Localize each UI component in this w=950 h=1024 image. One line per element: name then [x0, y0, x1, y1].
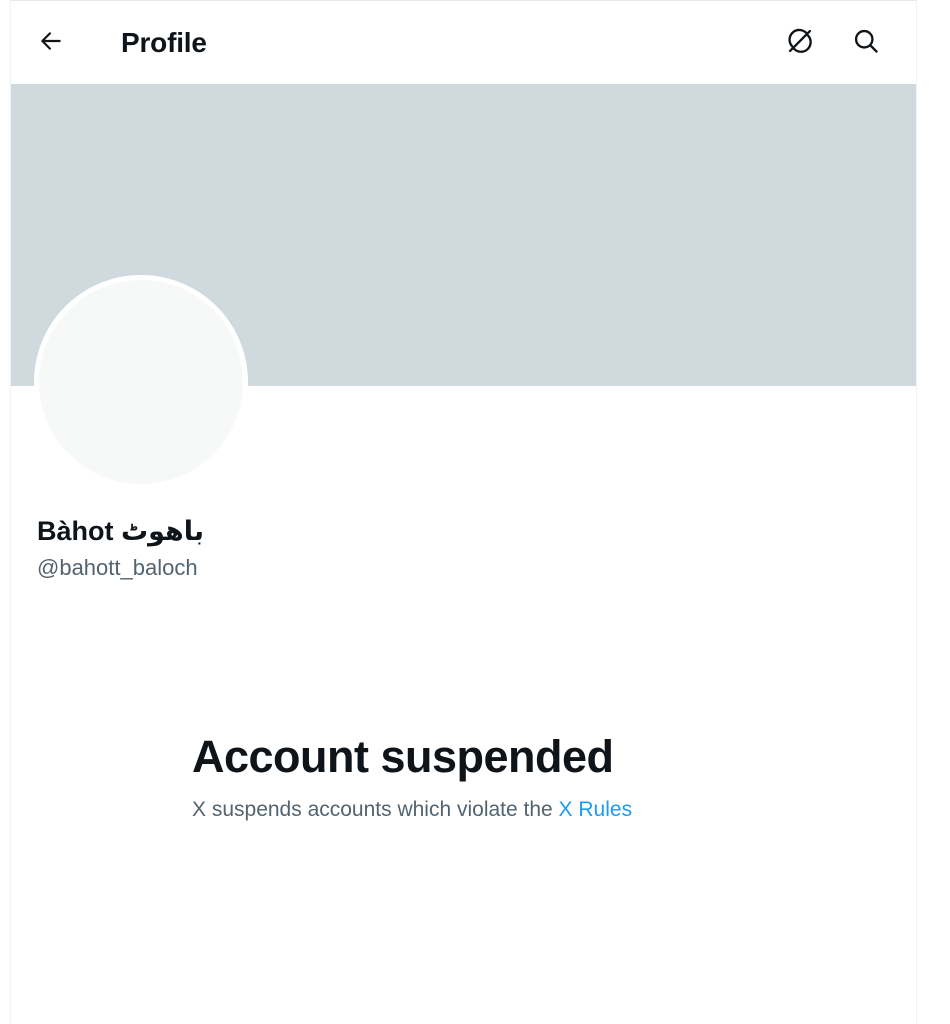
avatar — [34, 275, 248, 489]
top-bar: Profile — [11, 1, 916, 84]
x-rules-link[interactable]: X Rules — [559, 798, 633, 821]
suspended-message-text: X suspends accounts which violate the — [192, 798, 559, 821]
profile-handle: @bahott_baloch — [37, 555, 198, 580]
back-button[interactable] — [33, 25, 69, 61]
grok-icon — [786, 27, 814, 60]
profile-column: Profile Bàhot باھوٹ @bahott_baloch Accou… — [10, 0, 917, 1024]
page: Profile Bàhot باھوٹ @bahott_baloch Accou… — [0, 0, 950, 1024]
arrow-left-icon — [38, 28, 64, 59]
page-title: Profile — [121, 27, 207, 58]
search-button[interactable] — [848, 25, 884, 61]
search-icon — [852, 27, 880, 60]
profile-display-name: Bàhot باھوٹ — [37, 516, 205, 546]
suspended-title: Account suspended — [192, 731, 614, 782]
grok-button[interactable] — [782, 25, 818, 61]
suspended-message: X suspends accounts which violate the X … — [192, 796, 632, 824]
